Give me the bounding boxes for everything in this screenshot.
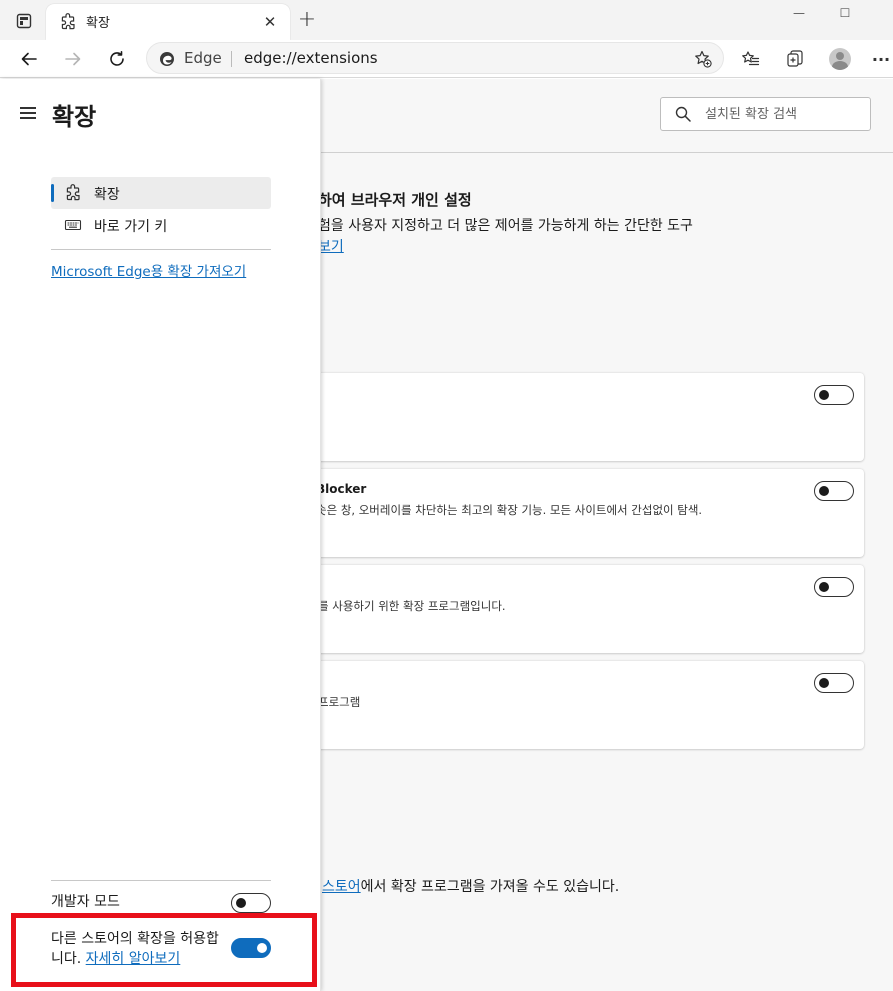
favorites-icon [742, 51, 760, 66]
search-input[interactable] [705, 104, 860, 124]
hero-learn-more-link[interactable]: 보기 [318, 236, 344, 256]
close-tab-icon[interactable]: ✕ [260, 12, 280, 32]
extension-card: 프로그램 [310, 661, 864, 749]
address-bar[interactable]: Edge edge://extensions [146, 42, 724, 74]
avatar-icon [829, 48, 851, 70]
collections-button[interactable] [780, 44, 810, 74]
settings-more-button[interactable]: ··· [869, 44, 893, 74]
tab-title: 확장 [86, 16, 110, 31]
store-link[interactable]: 스토어 [322, 879, 361, 895]
minimize-button[interactable]: — [776, 2, 822, 24]
sidebar-item-label: 바로 가기 키 [94, 219, 168, 235]
profile-button[interactable] [825, 44, 855, 74]
favorites-button[interactable] [736, 44, 766, 74]
hero-title: 하여 브라우저 개인 설정 [318, 191, 472, 209]
puzzle-icon [66, 184, 80, 201]
address-separator [231, 51, 232, 67]
extension-description: 솟은 창, 오버레이를 차단하는 최고의 확장 기능. 모든 사이트에서 간섭없… [316, 503, 703, 517]
store-notice-text: 에서 확장 프로그램을 가져올 수도 있습니다. [360, 879, 620, 895]
arrow-left-icon [21, 52, 37, 66]
title-bar: 확장 ✕ + — ☐ [0, 0, 893, 40]
keyboard-icon [64, 219, 82, 231]
arrow-right-icon [65, 52, 81, 66]
sidebar-item-extensions[interactable]: 확장 [51, 177, 271, 209]
sidebar-item-shortcuts[interactable]: 바로 가기 키 [51, 209, 271, 241]
extension-card [310, 373, 864, 461]
refresh-icon [110, 51, 124, 66]
tab-actions-button[interactable] [10, 8, 38, 34]
url-text[interactable]: edge://extensions [244, 49, 378, 67]
get-extensions-link[interactable]: Microsoft Edge용 확장 가져오기 [51, 260, 246, 280]
extensions-side-panel: 확장 확장 바로 가기 키 Microsoft Edge용 확장 가져오기 개발… [0, 79, 321, 991]
browser-tab[interactable]: 확장 ✕ [46, 4, 290, 40]
divider [51, 249, 271, 250]
search-extensions-box[interactable] [660, 97, 871, 131]
refresh-button[interactable] [102, 44, 132, 74]
extension-toggle[interactable] [814, 481, 854, 501]
toggle-knob [819, 390, 829, 400]
extension-toggle[interactable] [814, 673, 854, 693]
browser-toolbar: Edge edge://extensions ··· [0, 40, 893, 78]
toggle-knob [819, 678, 829, 688]
other-store-notice: 스토어에서 확장 프로그램을 가져올 수도 있습니다. [322, 876, 619, 896]
toggle-knob [819, 582, 829, 592]
maximize-button[interactable]: ☐ [822, 2, 868, 24]
developer-mode-label: 개발자 모드 [51, 894, 120, 910]
extension-card: 를 사용하기 위한 확장 프로그램입니다. [310, 565, 864, 653]
menu-icon[interactable] [20, 107, 38, 121]
page-title: 확장 [52, 103, 97, 131]
toggle-knob [819, 486, 829, 496]
extension-card: Blocker 솟은 창, 오버레이를 차단하는 최고의 확장 기능. 모든 사… [310, 469, 864, 557]
highlight-annotation [11, 913, 317, 987]
search-icon [675, 106, 691, 122]
divider [51, 880, 271, 881]
collections-icon [787, 50, 803, 67]
extension-name: Blocker [316, 482, 367, 496]
add-favorite-icon[interactable] [693, 49, 713, 69]
extension-description: 프로그램 [318, 695, 361, 709]
puzzle-icon [61, 13, 75, 30]
extension-toggle[interactable] [814, 385, 854, 405]
tab-actions-icon [16, 13, 32, 29]
new-tab-button[interactable]: + [296, 9, 318, 31]
developer-mode-toggle[interactable] [231, 893, 271, 913]
extension-toggle[interactable] [814, 577, 854, 597]
toggle-knob [236, 898, 246, 908]
site-identity-label: Edge [184, 49, 222, 67]
edge-logo-icon [160, 52, 174, 66]
sidebar-item-label: 확장 [94, 187, 120, 203]
forward-button[interactable] [58, 44, 88, 74]
hero-description: 험을 사용자 지정하고 더 많은 제어를 가능하게 하는 간단한 도구 [318, 218, 693, 234]
extension-description: 를 사용하기 위한 확장 프로그램입니다. [318, 599, 506, 613]
back-button[interactable] [14, 44, 44, 74]
